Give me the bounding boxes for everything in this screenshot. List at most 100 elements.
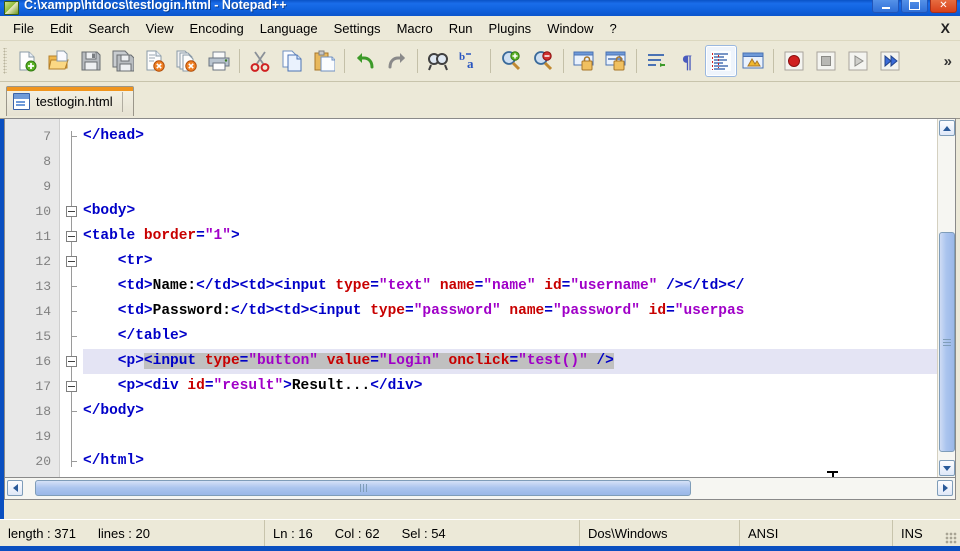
code-token-val: "1" [204,228,231,244]
close-all-icon[interactable] [171,45,203,77]
tab-testlogin-html[interactable]: testlogin.html [6,86,134,116]
svg-text:a: a [467,56,474,71]
minimize-button[interactable] [872,0,899,13]
menu-item-run[interactable]: Run [441,18,481,39]
menu-item-view[interactable]: View [138,18,182,39]
cut-icon[interactable] [244,45,276,77]
undo-icon[interactable] [349,45,381,77]
code-token-attr: border [143,228,197,244]
code-token-txt: Password: [152,303,231,319]
code-token-val: "password" [413,303,501,319]
code-line[interactable]: <p><div id="result">Result...</div> [83,374,423,399]
code-line[interactable]: </html> [83,449,144,474]
copy-icon[interactable] [276,45,308,77]
replace-icon[interactable]: b a [454,45,486,77]
code-line[interactable]: </table> [83,324,188,349]
code-token-tag: <input [143,353,205,369]
code-line[interactable]: </head> [83,124,144,149]
menu-item-file[interactable]: File [5,18,42,39]
code-token-attr: type [370,303,405,319]
status-caret-info: Ln : 16 Col : 62 Sel : 54 [265,520,580,546]
close-button[interactable]: ✕ [930,0,957,13]
code-token-tag: <body> [83,203,136,219]
indent-guide-icon[interactable] [705,45,737,77]
code-token-attr: id [544,278,562,294]
scroll-up-arrow-icon[interactable] [939,120,955,136]
code-line[interactable]: </body> [83,399,144,424]
toolbar-overflow-icon[interactable]: » [944,53,952,70]
menu-item-search[interactable]: Search [80,18,137,39]
code-token-tag: </body> [83,403,144,419]
scroll-down-arrow-icon[interactable] [939,460,955,476]
redo-icon[interactable] [381,45,413,77]
scroll-right-arrow-icon[interactable] [937,480,953,496]
editor-horizontal-scrollbar[interactable] [4,478,956,500]
code-token-txt: Name: [152,278,197,294]
play-macro-icon[interactable] [842,45,874,77]
menu-item-plugins[interactable]: Plugins [481,18,540,39]
menu-item-help[interactable]: ? [601,18,624,39]
menu-item-settings[interactable]: Settings [326,18,389,39]
code-token-val: "username" [570,278,658,294]
code-token-val: "userpas [674,303,745,319]
toolbar-separator [773,49,774,73]
vertical-scroll-thumb[interactable] [939,232,955,452]
new-file-icon[interactable] [11,45,43,77]
run-macro-multiple-icon[interactable] [874,45,906,77]
maximize-button[interactable] [901,0,928,13]
tab-active-indicator [7,87,133,91]
resize-grip-icon[interactable] [945,532,957,544]
zoom-out-icon[interactable] [527,45,559,77]
record-macro-icon[interactable] [778,45,810,77]
toolbar-grip[interactable] [3,48,7,74]
svg-text:b: b [459,51,465,63]
code-token-tag: </html> [83,453,144,469]
code-token-attr: onclick [448,353,510,369]
stop-macro-icon[interactable] [810,45,842,77]
code-line[interactable]: <table border="1"> [83,224,240,249]
print-icon[interactable] [203,45,235,77]
menu-item-language[interactable]: Language [252,18,326,39]
sync-horizontal-icon[interactable] [600,45,632,77]
document-close-icon[interactable]: X [941,20,950,36]
editor-vertical-scrollbar[interactable] [937,119,955,477]
code-line[interactable]: <td>Password:</td><td><input type="passw… [83,299,745,324]
toolbar-separator [490,49,491,73]
menu-item-edit[interactable]: Edit [42,18,80,39]
code-token-val: "name" [483,278,536,294]
open-file-icon[interactable] [43,45,75,77]
find-icon[interactable] [422,45,454,77]
code-token-attr: name [439,278,475,294]
code-line[interactable]: <td>Name:</td><td><input type="text" nam… [83,274,745,299]
scroll-left-arrow-icon[interactable] [7,480,23,496]
code-line[interactable]: <body> [83,199,135,224]
code-editor[interactable]: 7 8 9 10 11 12 13 14 15 16 17 18 19 20 </head> <body> <… [4,118,956,478]
code-token-txt: Result... [291,378,371,394]
status-bar: length : 371 lines : 20 Ln : 16 Col : 62… [0,519,960,546]
status-col: Col : 62 [334,525,380,541]
svg-text:¶: ¶ [682,52,692,72]
toolbar-separator [563,49,564,73]
show-all-chars-icon[interactable]: ¶ [673,45,705,77]
toolbar-separator [636,49,637,73]
horizontal-scroll-thumb[interactable] [35,480,691,496]
code-line[interactable]: <p><input type="button" value="Login" on… [83,349,614,374]
zoom-in-icon[interactable] [495,45,527,77]
code-token-tag: </div> [370,378,423,394]
save-icon[interactable] [75,45,107,77]
tab-bar: testlogin.html [0,82,960,119]
user-defined-dialog-icon[interactable] [737,45,769,77]
toolbar-separator [344,49,345,73]
menu-item-encoding[interactable]: Encoding [182,18,252,39]
menu-item-window[interactable]: Window [539,18,601,39]
toolbar-separator [417,49,418,73]
menu-item-macro[interactable]: Macro [389,18,441,39]
word-wrap-icon[interactable] [641,45,673,77]
paste-icon[interactable] [308,45,340,77]
close-file-icon[interactable] [139,45,171,77]
code-line[interactable]: <tr> [83,249,153,274]
window-controls: ✕ [872,0,957,13]
status-encoding: ANSI [740,520,893,546]
save-all-icon[interactable] [107,45,139,77]
sync-vertical-icon[interactable] [568,45,600,77]
